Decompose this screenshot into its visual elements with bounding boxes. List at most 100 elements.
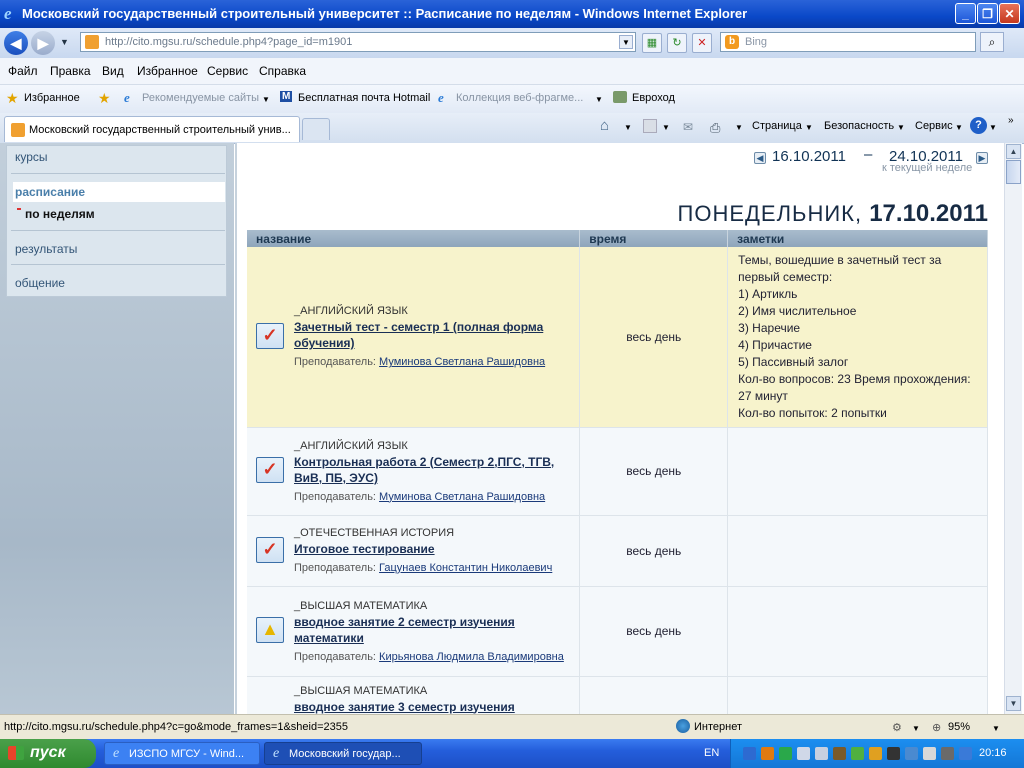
tray-display-icon[interactable] bbox=[815, 747, 828, 760]
taskbar-window-mgsu-active[interactable]: e Московский государ... bbox=[264, 742, 422, 765]
teacher-link[interactable]: Муминова Светлана Рашидовна bbox=[379, 491, 545, 503]
event-notes bbox=[727, 427, 988, 516]
tray-network-icon[interactable] bbox=[797, 747, 810, 760]
teacher-label: Преподаватель: bbox=[294, 562, 376, 574]
teacher-link[interactable]: Кирьянова Людмила Владимировна bbox=[379, 651, 564, 663]
fav-web-slices[interactable]: Коллекция веб-фрагме... bbox=[456, 92, 583, 104]
help-icon[interactable]: ? bbox=[970, 117, 987, 134]
tray-app-icon[interactable] bbox=[833, 747, 846, 760]
forward-button[interactable]: ▶ bbox=[31, 31, 55, 55]
zoom-dropdown-icon[interactable]: ▼ bbox=[992, 724, 1000, 733]
menu-tools[interactable]: Сервис bbox=[207, 64, 248, 78]
test-icon: ✓ bbox=[256, 536, 284, 563]
chevron-more-icon[interactable]: » bbox=[1008, 115, 1014, 126]
stop-icon[interactable]: ✕ bbox=[692, 33, 712, 53]
new-tab-button[interactable] bbox=[302, 118, 330, 140]
next-week-icon[interactable]: ▶ bbox=[976, 152, 988, 164]
fav-eurohod[interactable]: Евроход bbox=[632, 92, 675, 104]
tab-active[interactable]: Московский государственный строительный … bbox=[4, 116, 300, 142]
mail-icon[interactable]: ✉ bbox=[683, 120, 693, 134]
tray-volume-icon[interactable] bbox=[887, 747, 900, 760]
tray-app-icon[interactable] bbox=[761, 747, 774, 760]
tray-app-icon[interactable] bbox=[779, 747, 792, 760]
fav-hotmail[interactable]: Бесплатная почта Hotmail bbox=[298, 92, 430, 104]
print-dropdown-icon[interactable]: ▼ bbox=[735, 123, 743, 132]
tray-app-icon[interactable] bbox=[851, 747, 864, 760]
home-icon[interactable]: ⌂ bbox=[600, 117, 609, 134]
compatibility-view-icon[interactable]: ▦ bbox=[642, 33, 662, 53]
window-title: Московский государственный строительный … bbox=[22, 6, 748, 21]
menu-edit[interactable]: Правка bbox=[50, 64, 91, 78]
menu-view[interactable]: Вид bbox=[102, 64, 124, 78]
event-title-link[interactable]: Контрольная работа 2 (Семестр 2,ПГС, ТГВ… bbox=[294, 454, 575, 486]
add-favorite-icon[interactable]: ★ bbox=[98, 90, 111, 107]
fav-suggested-sites[interactable]: Рекомендуемые сайты bbox=[142, 92, 259, 104]
note-line: 3) Наречие bbox=[738, 320, 801, 335]
home-dropdown-icon[interactable]: ▼ bbox=[624, 123, 632, 132]
language-indicator[interactable]: EN bbox=[704, 747, 719, 759]
prev-week-icon[interactable]: ◀ bbox=[754, 152, 766, 164]
scroll-up-icon[interactable]: ▲ bbox=[1006, 144, 1021, 159]
sidebar-item-by-weeks[interactable]: по неделям bbox=[25, 207, 95, 221]
search-placeholder: Bing bbox=[745, 36, 768, 48]
taskbar-window-izspo[interactable]: e ИЗСПО МГСУ - Wind... bbox=[104, 742, 260, 765]
feeds-icon[interactable] bbox=[643, 119, 657, 133]
tray-app-icon[interactable] bbox=[941, 747, 954, 760]
event-title-link[interactable]: Итоговое тестирование bbox=[294, 541, 575, 557]
day-heading: ПОНЕДЕЛЬНИК, 17.10.2011 bbox=[678, 200, 988, 228]
to-current-week-link[interactable]: к текущей неделе bbox=[882, 162, 972, 174]
sidebar-item-courses[interactable]: курсы bbox=[15, 150, 48, 164]
search-box[interactable]: b Bing bbox=[720, 32, 976, 52]
teacher-link[interactable]: Муминова Светлана Рашидовна bbox=[379, 356, 545, 368]
clock[interactable]: 20:16 bbox=[979, 747, 1007, 759]
table-row: ✓ _АНГЛИЙСКИЙ ЯЗЫК Контрольная работа 2 … bbox=[247, 427, 988, 516]
favorites-star-icon: ★ bbox=[6, 90, 19, 106]
address-bar[interactable]: http://cito.mgsu.ru/schedule.php4?page_i… bbox=[80, 32, 636, 52]
favorites-button[interactable]: Избранное bbox=[24, 92, 80, 104]
event-teacher: Преподаватель: Муминова Светлана Рашидов… bbox=[294, 491, 575, 503]
sidebar-item-results[interactable]: результаты bbox=[15, 242, 77, 256]
scrollbar-thumb[interactable] bbox=[1006, 160, 1021, 184]
favorites-bar: ★ Избранное ★ e Рекомендуемые сайты ▼ M … bbox=[0, 85, 1024, 114]
feeds-dropdown-icon[interactable]: ▼ bbox=[662, 123, 670, 132]
minimize-button[interactable]: _ bbox=[955, 3, 976, 24]
history-dropdown-icon[interactable]: ▼ bbox=[60, 37, 69, 47]
menu-file[interactable]: Файл bbox=[8, 64, 38, 78]
start-button[interactable]: пуск bbox=[0, 739, 96, 768]
close-button[interactable]: ✕ bbox=[999, 3, 1020, 24]
vertical-scrollbar[interactable]: ▲ ▼ bbox=[1004, 143, 1022, 714]
window-title-bar[interactable]: e Московский государственный строительны… bbox=[0, 0, 1024, 28]
zoom-level[interactable]: 95% bbox=[948, 721, 970, 733]
help-dropdown-icon[interactable]: ▼ bbox=[989, 123, 997, 132]
back-button[interactable]: ◀ bbox=[4, 31, 28, 55]
restore-button[interactable]: ❐ bbox=[977, 3, 998, 24]
protected-mode-icon[interactable]: ⚙ bbox=[892, 721, 902, 734]
sidebar-item-schedule[interactable]: расписание bbox=[15, 185, 85, 199]
event-title-link[interactable]: Зачетный тест - семестр 1 (полная форма … bbox=[294, 319, 575, 351]
page-menu[interactable]: Страница bbox=[752, 120, 802, 132]
protected-mode-dropdown-icon[interactable]: ▼ bbox=[912, 724, 920, 733]
refresh-icon[interactable]: ↻ bbox=[667, 33, 687, 53]
teacher-link[interactable]: Гацунаев Константин Николаевич bbox=[379, 562, 552, 574]
tray-app-icon[interactable] bbox=[959, 747, 972, 760]
safety-menu[interactable]: Безопасность bbox=[824, 120, 894, 132]
tools-menu[interactable]: Сервис bbox=[915, 120, 953, 132]
scroll-down-icon[interactable]: ▼ bbox=[1006, 696, 1021, 711]
tray-app-icon[interactable] bbox=[869, 747, 882, 760]
fav-webslice-dropdown-icon[interactable]: ▼ bbox=[595, 95, 603, 104]
tray-bluetooth-icon[interactable] bbox=[743, 747, 756, 760]
event-title-link[interactable]: вводное занятие 3 семестр изучения bbox=[294, 699, 575, 715]
test-icon: ✓ bbox=[256, 457, 284, 483]
menu-favorites[interactable]: Избранное bbox=[137, 64, 198, 78]
sidebar-item-communication[interactable]: общение bbox=[15, 276, 65, 290]
search-button[interactable]: ⌕ bbox=[980, 32, 1004, 52]
tray-app-icon[interactable] bbox=[923, 747, 936, 760]
fav-suggested-dropdown-icon[interactable]: ▼ bbox=[262, 95, 270, 104]
address-dropdown-icon[interactable]: ▼ bbox=[619, 35, 633, 49]
tray-app-icon[interactable] bbox=[905, 747, 918, 760]
address-toolbar: ◀ ▶ ▼ http://cito.mgsu.ru/schedule.php4?… bbox=[0, 28, 1024, 58]
menu-help[interactable]: Справка bbox=[259, 64, 306, 78]
table-row: ✓ _ОТЕЧЕСТВЕННАЯ ИСТОРИЯ Итоговое тестир… bbox=[247, 515, 988, 587]
event-title-link[interactable]: вводное занятие 2 семестр изучения матем… bbox=[294, 614, 575, 646]
print-icon[interactable]: ⎙ bbox=[710, 120, 720, 136]
